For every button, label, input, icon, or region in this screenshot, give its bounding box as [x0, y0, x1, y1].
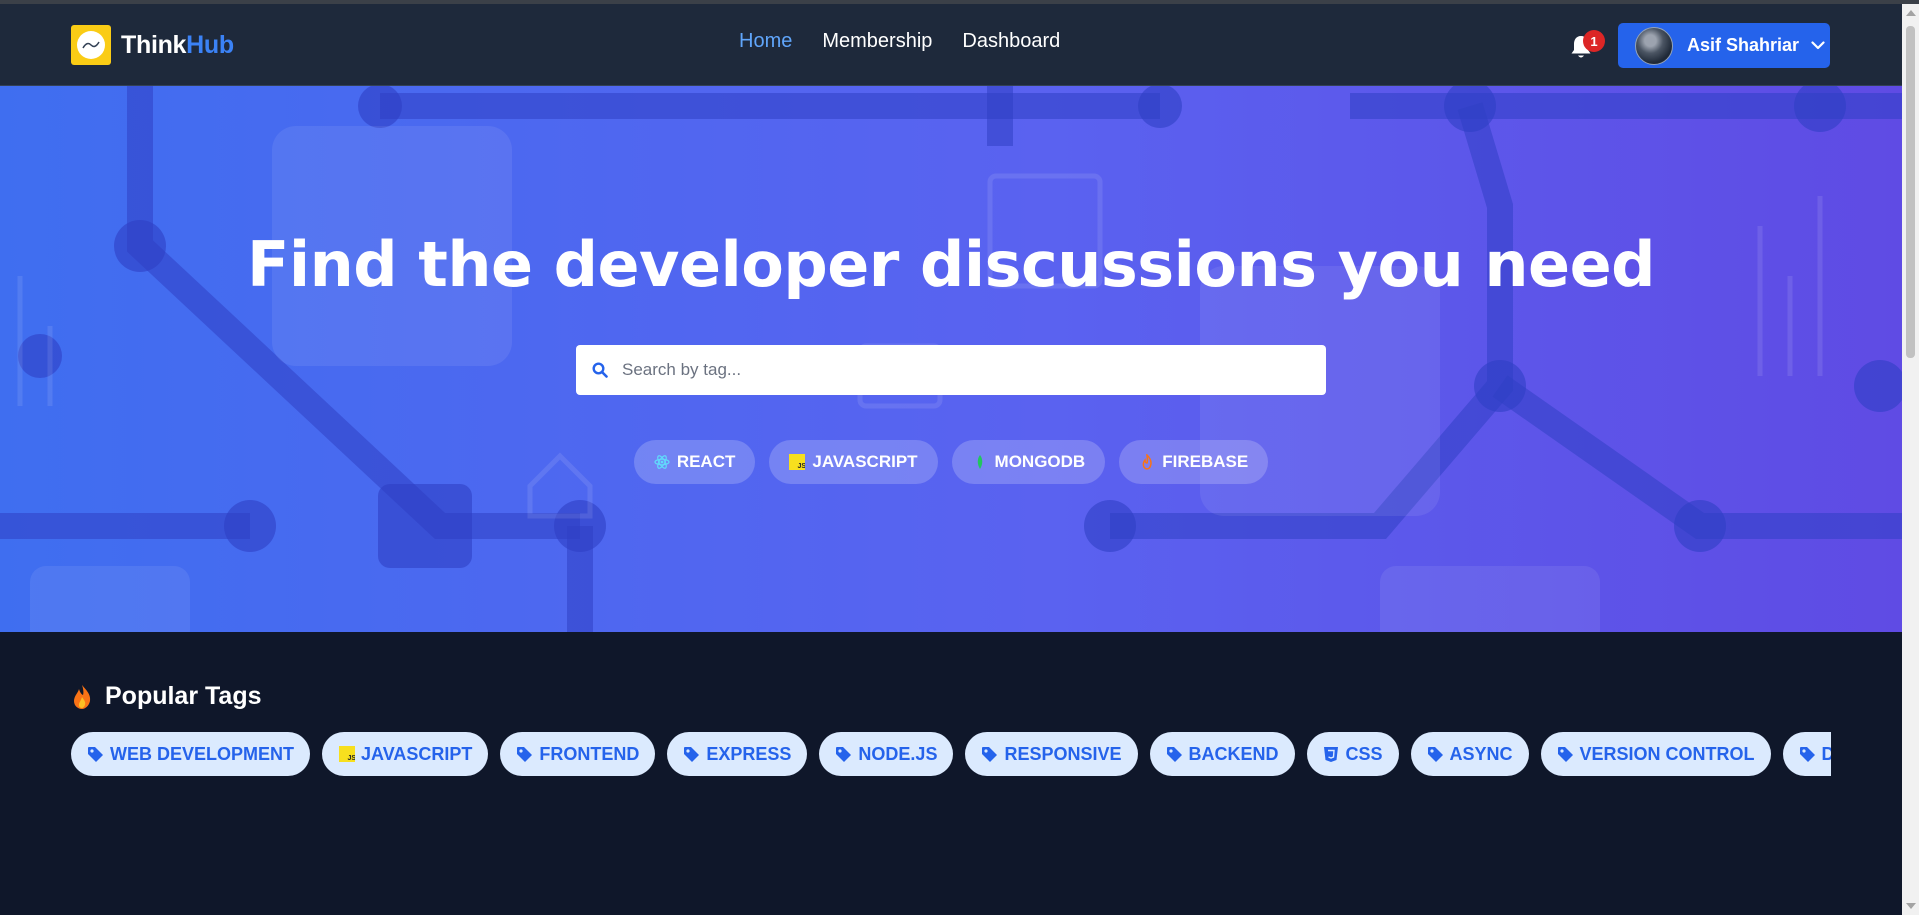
scroll-down-arrow-icon[interactable]: [1906, 903, 1916, 909]
react-icon: [654, 454, 670, 470]
svg-text:JS: JS: [798, 463, 806, 470]
hero-section: Find the developer discussions you need …: [0, 86, 1902, 632]
tag-icon: [1799, 746, 1816, 763]
tag-label: RESPONSIVE: [1004, 743, 1122, 764]
quick-tag-mongodb[interactable]: MONGODB: [951, 440, 1106, 484]
javascript-icon: JS: [338, 746, 355, 763]
nav-membership[interactable]: Membership: [822, 30, 932, 53]
page-scrollbar[interactable]: [1902, 4, 1919, 915]
tag-express[interactable]: EXPRESS: [667, 732, 808, 776]
tag-version-control[interactable]: VERSION CONTROL: [1540, 732, 1771, 776]
tag-icon: [835, 746, 852, 763]
quick-tag-react[interactable]: REACT: [633, 440, 756, 484]
popular-tags-list: WEB DEVELOPMENT JS JAVASCRIPT FRONTEND E…: [71, 732, 1831, 778]
tag-label: JAVASCRIPT: [361, 743, 473, 764]
tag-frontend[interactable]: FRONTEND: [500, 732, 656, 776]
quick-tag-label: MONGODB: [994, 452, 1086, 471]
javascript-icon: JS: [789, 454, 806, 470]
quick-tag-label: JAVASCRIPT: [812, 452, 918, 471]
tag-icon: [683, 746, 700, 763]
mongodb-icon: [972, 454, 988, 470]
tag-responsive[interactable]: RESPONSIVE: [965, 732, 1138, 776]
brand-name-part1: Think: [121, 30, 187, 59]
search-box[interactable]: [576, 345, 1326, 395]
tag-database[interactable]: DATABASE: [1782, 732, 1831, 776]
tag-async[interactable]: ASYNC: [1410, 732, 1529, 776]
tag-javascript[interactable]: JS JAVASCRIPT: [322, 732, 489, 776]
tag-label: FRONTEND: [539, 743, 640, 764]
tag-icon: [87, 746, 104, 763]
popular-tags-title: Popular Tags: [105, 682, 262, 710]
user-menu-button[interactable]: Asif Shahriar: [1618, 23, 1830, 68]
chevron-down-icon: [1811, 37, 1825, 55]
firebase-icon: [1139, 454, 1155, 470]
brand[interactable]: ThinkHub: [71, 25, 234, 65]
navbar: ThinkHub Home Membership Dashboard 1 Asi…: [0, 4, 1902, 86]
tag-label: BACKEND: [1188, 743, 1279, 764]
search-input[interactable]: [620, 359, 1304, 381]
scrollbar-thumb[interactable]: [1906, 26, 1915, 358]
quick-tag-javascript[interactable]: JS JAVASCRIPT: [769, 440, 938, 484]
quick-tag-label: FIREBASE: [1162, 452, 1249, 471]
user-name: Asif Shahriar: [1687, 35, 1800, 55]
fire-icon: [71, 684, 93, 710]
tag-backend[interactable]: BACKEND: [1149, 732, 1295, 776]
quick-tag-firebase[interactable]: FIREBASE: [1119, 440, 1269, 484]
tag-label: EXPRESS: [706, 743, 792, 764]
popular-tags-heading: Popular Tags: [71, 682, 262, 711]
brand-name: ThinkHub: [121, 31, 234, 60]
brand-logo-icon: [71, 25, 111, 65]
tag-label: CSS: [1345, 743, 1383, 764]
svg-text:JS: JS: [347, 755, 355, 762]
avatar: [1635, 26, 1673, 65]
tag-label: DATABASE: [1821, 743, 1831, 764]
tag-css[interactable]: CSS: [1306, 732, 1399, 776]
tag-label: VERSION CONTROL: [1579, 743, 1755, 764]
tag-icon: [1557, 746, 1574, 763]
scroll-up-arrow-icon[interactable]: [1906, 10, 1916, 16]
tag-web-development[interactable]: WEB DEVELOPMENT: [71, 732, 311, 776]
tag-icon: [516, 746, 533, 763]
nav-dashboard[interactable]: Dashboard: [962, 30, 1060, 53]
tag-label: NODE.JS: [858, 743, 938, 764]
main-nav: Home Membership Dashboard: [739, 30, 1060, 53]
hero-title: Find the developer discussions you need: [246, 228, 1656, 301]
quick-tag-label: REACT: [676, 452, 736, 471]
notification-badge: 1: [1583, 30, 1605, 52]
search-icon: [592, 362, 608, 378]
tag-icon: [1427, 746, 1444, 763]
brand-name-part2: Hub: [186, 30, 234, 59]
tag-label: WEB DEVELOPMENT: [110, 743, 295, 764]
tag-label: ASYNC: [1449, 743, 1513, 764]
tag-icon: [1166, 746, 1183, 763]
tag-nodejs[interactable]: NODE.JS: [819, 732, 954, 776]
nav-home[interactable]: Home: [739, 30, 792, 53]
css-icon: [1323, 746, 1340, 763]
quick-tags: REACT JS JAVASCRIPT MONGODB FIREBASE: [0, 440, 1902, 484]
tag-icon: [981, 746, 998, 763]
